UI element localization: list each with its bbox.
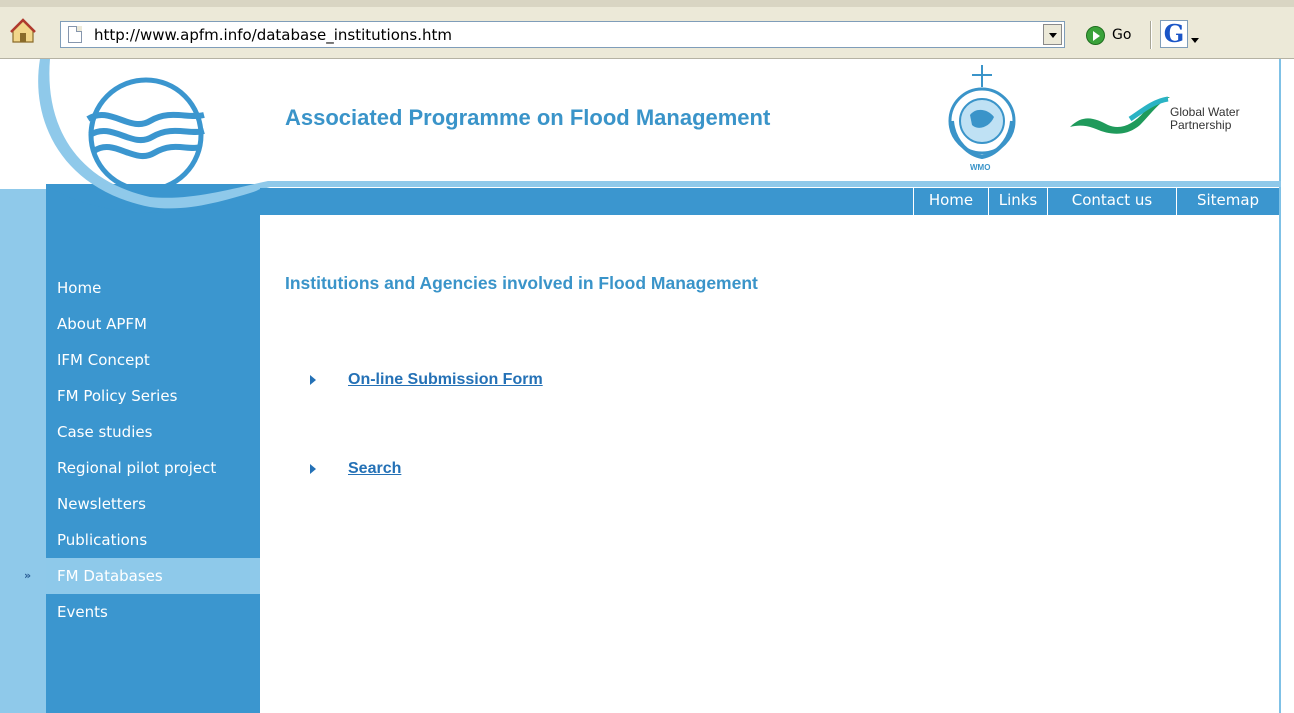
- sidebar-item-newsletters[interactable]: Newsletters: [46, 486, 260, 522]
- gwp-label: Global Water Partnership: [1170, 106, 1240, 132]
- web-page: Associated Programme on Flood Management…: [0, 59, 1294, 713]
- toolbar-separator: [1150, 21, 1152, 49]
- chevron-down-icon[interactable]: [1191, 38, 1199, 43]
- sidebar-item-home[interactable]: Home: [46, 270, 260, 306]
- wmo-label: WMO: [970, 163, 991, 172]
- browser-toolbar: http://www.apfm.info/database_institutio…: [0, 0, 1294, 59]
- search-link-row: Search: [310, 460, 401, 478]
- top-nav-links[interactable]: Links: [988, 188, 1047, 215]
- wmo-logo: [948, 65, 1016, 160]
- sidebar-item-label: FM Databases: [57, 567, 163, 585]
- sidebar-item-case-studies[interactable]: Case studies: [46, 414, 260, 450]
- home-icon[interactable]: [5, 13, 41, 47]
- url-text[interactable]: http://www.apfm.info/database_institutio…: [94, 26, 452, 44]
- gwp-logo: [1070, 96, 1170, 134]
- active-marker-icon: »: [24, 569, 32, 582]
- triangle-right-icon: [310, 464, 316, 474]
- sidebar-item-publications[interactable]: Publications: [46, 522, 260, 558]
- address-bar[interactable]: http://www.apfm.info/database_institutio…: [60, 21, 1065, 48]
- sidebar-item-regional-pilot-project[interactable]: Regional pilot project: [46, 450, 260, 486]
- gwp-label-line2: Partnership: [1170, 118, 1232, 132]
- sidebar-item-fm-policy-series[interactable]: FM Policy Series: [46, 378, 260, 414]
- google-toolbar-button[interactable]: G: [1160, 20, 1215, 50]
- online-submission-form-link-row: On-line Submission Form: [310, 371, 543, 389]
- top-nav: Home Links Contact us Sitemap: [913, 188, 1279, 215]
- go-label: Go: [1112, 27, 1132, 43]
- go-button[interactable]: Go: [1086, 24, 1131, 46]
- apfm-logo: [86, 77, 205, 193]
- address-dropdown-button[interactable]: [1043, 24, 1062, 45]
- top-nav-contact-us[interactable]: Contact us: [1047, 188, 1176, 215]
- top-nav-home[interactable]: Home: [913, 188, 988, 215]
- page-title: Institutions and Agencies involved in Fl…: [285, 273, 758, 293]
- sidebar-item-fm-databases[interactable]: » FM Databases: [24, 558, 260, 594]
- page-icon: [68, 26, 82, 43]
- search-link[interactable]: Search: [348, 460, 401, 478]
- go-arrow-icon: [1086, 25, 1105, 45]
- top-nav-sitemap[interactable]: Sitemap: [1176, 188, 1279, 215]
- sidebar-item-ifm-concept[interactable]: IFM Concept: [46, 342, 260, 378]
- site-title: Associated Programme on Flood Management: [285, 105, 771, 130]
- top-nav-bar: Home Links Contact us Sitemap: [260, 188, 1279, 215]
- sidebar-nav: Home About APFM IFM Concept FM Policy Se…: [24, 270, 260, 630]
- sidebar-item-events[interactable]: Events: [46, 594, 260, 630]
- triangle-right-icon: [310, 375, 316, 385]
- online-submission-form-link[interactable]: On-line Submission Form: [348, 371, 543, 389]
- sidebar-item-about-apfm[interactable]: About APFM: [46, 306, 260, 342]
- google-icon: G: [1160, 20, 1188, 48]
